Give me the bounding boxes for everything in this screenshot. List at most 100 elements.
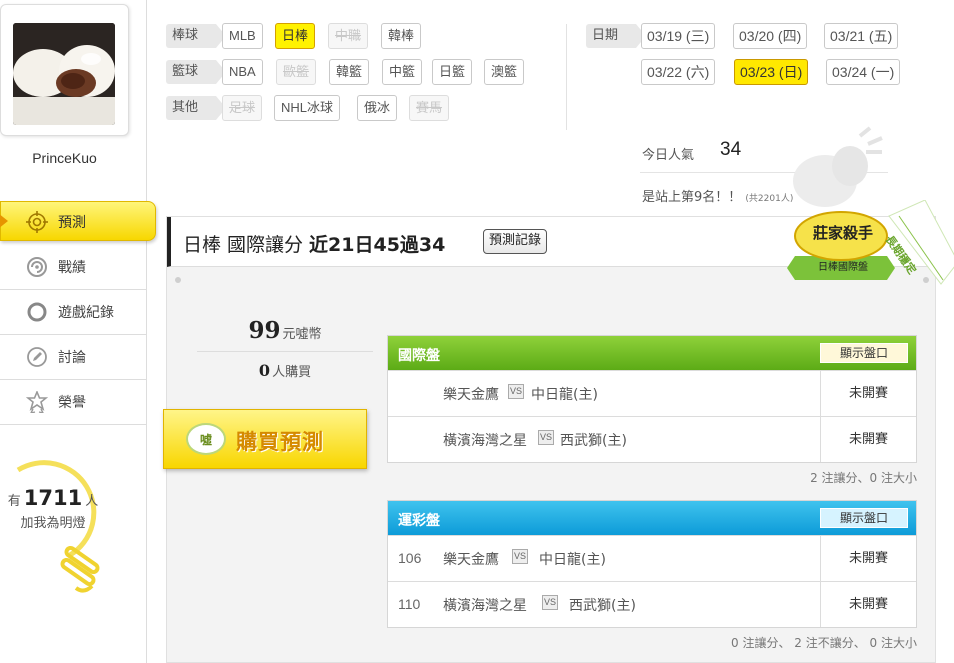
game-status: 未開賽	[820, 371, 916, 416]
nav-label: 戰績	[58, 260, 86, 276]
intl-table-header: 國際盤 顯示盤口	[388, 336, 916, 370]
popularity-label: 今日人氣	[642, 148, 695, 163]
fans-count-text: 有 1711 人 加我為明燈	[0, 487, 106, 535]
sport-chip-mlb[interactable]: MLB	[222, 23, 263, 49]
game-number: 110	[398, 596, 421, 612]
away-team: 橫濱海灣之星	[443, 433, 527, 449]
home-team: 西武獅(主)	[569, 598, 636, 614]
nav-item-prediction[interactable]: 預測	[0, 199, 156, 245]
home-team: 西武獅(主)	[560, 433, 627, 449]
game-number: 106	[398, 550, 422, 566]
lottery-table-title: 運彩盤	[398, 513, 440, 529]
sport-chip-cpbl: 中職	[328, 23, 369, 49]
home-team: 中日龍(主)	[531, 387, 598, 403]
show-odds-button[interactable]: 顯示盤口	[820, 343, 908, 363]
fans-cta: 加我為明燈	[20, 516, 86, 531]
sport-chip-horse-racing: 賽馬	[409, 95, 450, 121]
nav-item-discussion[interactable]: 討論	[0, 335, 147, 380]
intl-table-title: 國際盤	[398, 348, 440, 364]
fans-prefix: 有	[7, 494, 21, 509]
sport-chip-jbl[interactable]: 日籃	[432, 59, 473, 85]
nav-label: 榮譽	[58, 395, 86, 411]
buy-prediction-button[interactable]: 噓 購買預測	[163, 409, 367, 469]
table-row: 106 樂天金鷹 VS 中日龍(主) 未開賽	[388, 535, 916, 581]
table-row: 樂天金鷹 VS 中日龍(主) 未開賽	[388, 370, 916, 416]
lottery-odds-table: 運彩盤 顯示盤口 106 樂天金鷹 VS 中日龍(主) 未開賽 110 橫濱海灣…	[387, 500, 917, 628]
away-team: 橫濱海灣之星	[443, 598, 527, 614]
badge-title: 莊家殺手	[812, 224, 873, 242]
sport-chip-euro-basketball: 歐籃	[276, 59, 317, 85]
intl-odds-table: 國際盤 顯示盤口 樂天金鷹 VS 中日龍(主) 未開賽 橫濱海灣之星 VS 西武…	[387, 335, 917, 463]
category-label-other: 其他	[166, 96, 227, 120]
date-chip-0324[interactable]: 03/24 (一)	[826, 59, 901, 85]
nav-label: 討論	[58, 350, 86, 366]
away-team: 樂天金鷹	[443, 387, 499, 403]
price-divider	[197, 351, 373, 352]
target-icon	[26, 211, 48, 233]
date-chip-0321[interactable]: 03/21 (五)	[824, 23, 899, 49]
fans-count: 1711	[23, 486, 83, 510]
badge-emblem-icon	[787, 199, 954, 285]
rank-text: 是站上第9名！！ (共2201人)	[642, 186, 793, 205]
price-display: 99 元噓幣	[197, 317, 373, 344]
filter-divider	[566, 24, 567, 130]
username[interactable]: PrinceKuo	[0, 150, 129, 166]
sport-chip-kbo[interactable]: 韓棒	[381, 23, 422, 49]
away-team: 樂天金鷹	[443, 552, 499, 568]
show-odds-button[interactable]: 顯示盤口	[820, 508, 908, 528]
sport-chip-soccer: 足球	[222, 95, 263, 121]
fans-suffix: 人	[85, 494, 99, 509]
nav-item-record[interactable]: 戰績	[0, 245, 147, 290]
coin-icon: 噓	[186, 423, 226, 455]
sport-chip-sbl[interactable]: 中籃	[382, 59, 423, 85]
vs-badge: VS	[542, 595, 558, 610]
fans-lightbulb[interactable]: 有 1711 人 加我為明燈	[0, 460, 147, 600]
nav-item-honor[interactable]: 榮譽	[0, 380, 147, 425]
record-swirl-icon	[26, 256, 48, 278]
vs-badge: VS	[538, 430, 554, 445]
intl-table-summary: 2 注讓分、0 注大小	[810, 471, 917, 485]
date-label: 日期	[586, 24, 647, 48]
vs-badge: VS	[508, 384, 524, 399]
filter-panel: 棒球 MLB 日棒 中職 韓棒 籃球 NBA 歐籃 韓籃 中籃 日籃 澳籃 其他…	[148, 6, 954, 207]
sport-chip-khl[interactable]: 俄冰	[357, 95, 398, 121]
sport-chip-npb[interactable]: 日棒	[275, 23, 316, 49]
rank-main: 是站上第9名！！	[642, 190, 742, 205]
sport-chip-nbl[interactable]: 澳籃	[484, 59, 525, 85]
prediction-record-button[interactable]: 預測記錄	[483, 229, 548, 254]
sport-chip-kbl[interactable]: 韓籃	[329, 59, 370, 85]
buyers-value: 0	[258, 361, 271, 380]
game-status: 未開賽	[820, 417, 916, 462]
category-label-basketball: 籃球	[166, 60, 227, 84]
price-value: 99	[248, 317, 281, 344]
price-unit: 元噓幣	[282, 327, 322, 342]
rivet	[175, 277, 181, 283]
home-team: 中日龍(主)	[539, 552, 606, 568]
date-chip-0323[interactable]: 03/23 (日)	[734, 59, 809, 85]
sport-chip-nba[interactable]: NBA	[222, 59, 263, 85]
date-chip-0320[interactable]: 03/20 (四)	[733, 23, 808, 49]
banker-killer-badge: 莊家殺手 日棒國際盤 長期穩定	[783, 199, 954, 290]
date-chip-0322[interactable]: 03/22 (六)	[641, 59, 716, 85]
medal-icon	[26, 391, 48, 413]
vs-badge: VS	[512, 549, 528, 564]
pencil-bubble-icon	[26, 346, 48, 368]
nav-item-game-history[interactable]: 遊戲紀錄	[0, 290, 147, 335]
buyers-display: 0 人購買	[197, 361, 373, 380]
sport-chip-nhl[interactable]: NHL冰球	[274, 95, 341, 121]
buy-prediction-label: 購買預測	[236, 430, 324, 454]
table-row: 橫濱海灣之星 VS 西武獅(主) 未開賽	[388, 416, 916, 462]
game-status: 未開賽	[820, 582, 916, 627]
sidebar: PrinceKuo 預測 戰績 遊戲紀錄 討論 榮譽 有 1711 人 加我為明…	[0, 0, 156, 663]
avatar[interactable]	[13, 23, 115, 125]
buyers-unit: 人購買	[272, 365, 312, 380]
lottery-table-summary: 0 注讓分、 2 注不讓分、 0 注大小	[731, 636, 917, 650]
table-row: 110 橫濱海灣之星 VS 西武獅(主) 未開賽	[388, 581, 916, 627]
badge-subtitle: 日棒國際盤	[818, 262, 868, 273]
nav-active-notch	[0, 213, 8, 229]
date-chip-0319[interactable]: 03/19 (三)	[641, 23, 716, 49]
card-title: 日棒 國際讓分 近21日45過34	[183, 230, 445, 257]
card-stats: 近21日45過34	[309, 234, 446, 256]
game-status: 未開賽	[820, 536, 916, 581]
nav-label: 預測	[58, 215, 86, 231]
